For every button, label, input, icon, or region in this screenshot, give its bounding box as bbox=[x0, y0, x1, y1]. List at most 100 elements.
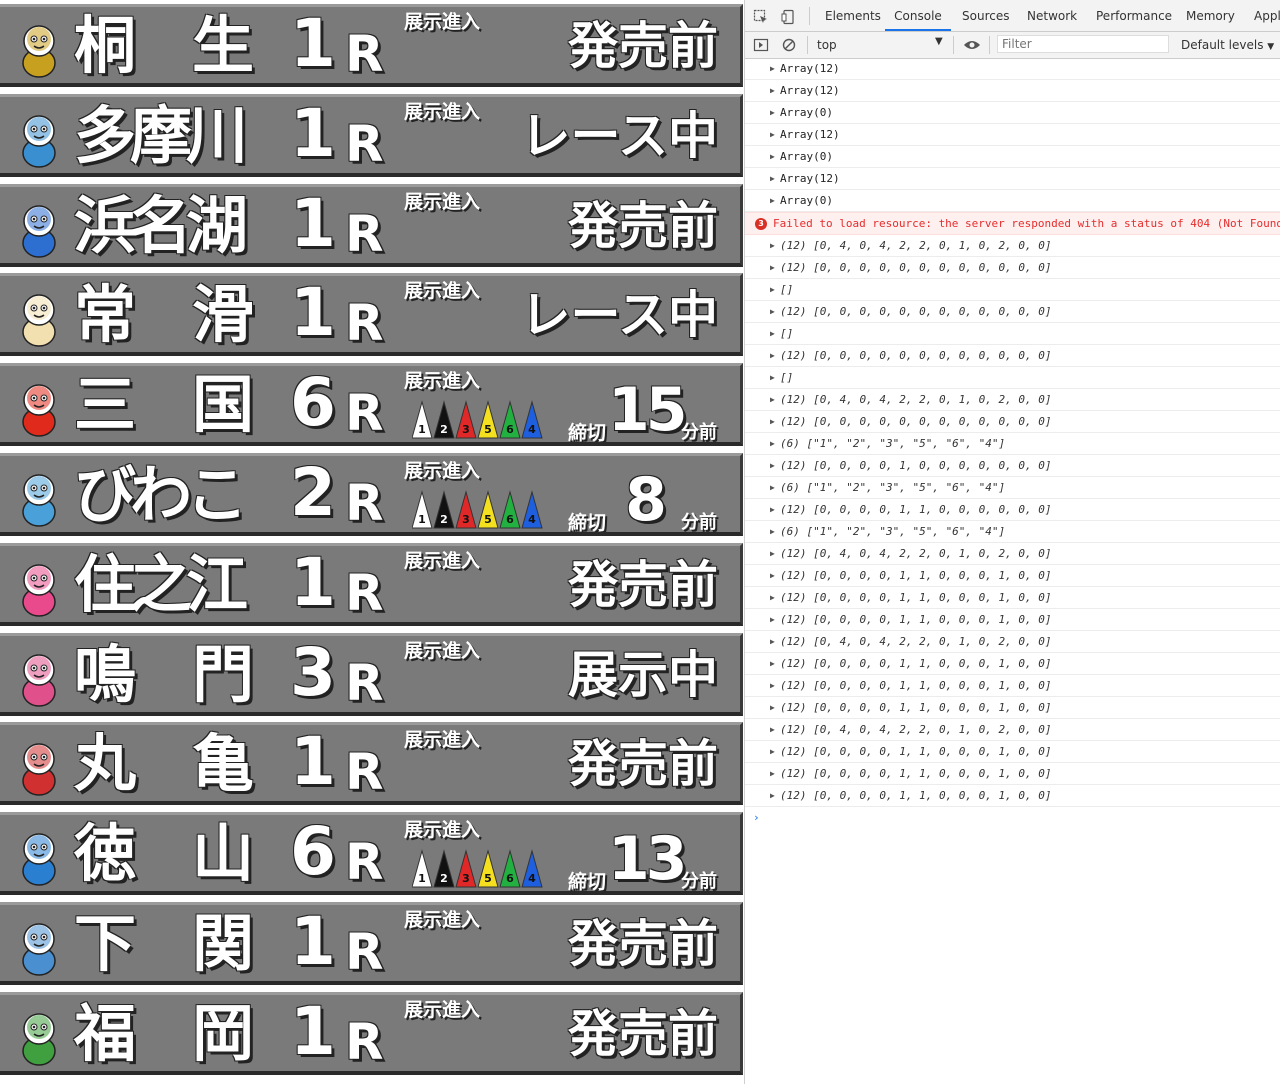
expand-arrow-icon[interactable]: ▶ bbox=[770, 235, 775, 256]
console-line[interactable]: ▶ (12) [0, 4, 0, 4, 2, 2, 0, 1, 0, 2, 0, … bbox=[745, 719, 1280, 741]
expand-arrow-icon[interactable]: ▶ bbox=[770, 190, 775, 211]
expand-arrow-icon[interactable]: ▶ bbox=[770, 521, 775, 542]
race-row[interactable]: 福岡 1 R 展示進入 発売前 bbox=[0, 991, 743, 1075]
console-line[interactable]: ▶ (6) ["1", "2", "3", "5", "6", "4"] bbox=[745, 477, 1280, 499]
expand-arrow-icon[interactable]: ▶ bbox=[770, 168, 775, 189]
console-line[interactable]: ▶ (12) [0, 0, 0, 0, 1, 1, 0, 0, 0, 1, 0, … bbox=[745, 697, 1280, 719]
expand-arrow-icon[interactable]: ▶ bbox=[770, 763, 775, 784]
console-line[interactable]: 3 Failed to load resource: the server res… bbox=[745, 212, 1280, 235]
log-levels-dropdown[interactable]: Default levels ▼ bbox=[1181, 38, 1274, 52]
console-line[interactable]: ▶ (12) [0, 0, 0, 0, 0, 0, 0, 0, 0, 0, 0, … bbox=[745, 301, 1280, 323]
console-line[interactable]: ▶ (12) [0, 0, 0, 0, 1, 1, 0, 0, 0, 0, 0, … bbox=[745, 499, 1280, 521]
expand-arrow-icon[interactable]: ▶ bbox=[770, 80, 775, 101]
console-message: Array(0) bbox=[780, 194, 833, 207]
expand-arrow-icon[interactable]: ▶ bbox=[770, 345, 775, 366]
race-row[interactable]: 住之江 1 R 展示進入 発売前 bbox=[0, 542, 743, 626]
console-line[interactable]: ▶ (12) [0, 0, 0, 0, 1, 1, 0, 0, 0, 1, 0, … bbox=[745, 587, 1280, 609]
race-row[interactable]: 丸亀 1 R 展示進入 発売前 bbox=[0, 722, 743, 806]
console-line[interactable]: ▶ (12) [0, 4, 0, 4, 2, 2, 0, 1, 0, 2, 0, … bbox=[745, 235, 1280, 257]
expand-arrow-icon[interactable]: ▶ bbox=[770, 411, 775, 432]
device-toolbar-icon[interactable] bbox=[781, 0, 797, 31]
race-row[interactable]: 三国 6 R 展示進入 1 2 3 5 6 4 締切 15 分前 bbox=[0, 363, 743, 447]
tab-sources[interactable]: Sources bbox=[962, 0, 1009, 31]
console-line[interactable]: ▶ Array(12) bbox=[745, 58, 1280, 80]
race-row[interactable]: 常滑 1 R 展示進入 レース中 bbox=[0, 273, 743, 357]
venue-char: 下 bbox=[74, 907, 137, 980]
expand-arrow-icon[interactable]: ▶ bbox=[770, 433, 775, 454]
tab-performance[interactable]: Performance bbox=[1096, 0, 1172, 31]
console-line[interactable]: ▶ (12) [0, 0, 0, 0, 0, 0, 0, 0, 0, 0, 0, … bbox=[745, 257, 1280, 279]
inspect-element-icon[interactable] bbox=[753, 0, 769, 31]
expand-arrow-icon[interactable]: ▶ bbox=[770, 389, 775, 410]
console-line[interactable]: ▶ Array(0) bbox=[745, 190, 1280, 212]
console-line[interactable]: ▶ (12) [0, 0, 0, 0, 1, 1, 0, 0, 0, 1, 0, … bbox=[745, 653, 1280, 675]
console-line[interactable]: ▶ Array(0) bbox=[745, 102, 1280, 124]
console-line[interactable]: ▶ Array(12) bbox=[745, 168, 1280, 190]
expand-arrow-icon[interactable]: ▶ bbox=[770, 367, 775, 388]
console-line[interactable]: ▶ (12) [0, 0, 0, 0, 1, 1, 0, 0, 0, 1, 0, … bbox=[745, 741, 1280, 763]
console-line[interactable]: ▶ (12) [0, 0, 0, 0, 1, 1, 0, 0, 0, 1, 0, … bbox=[745, 675, 1280, 697]
expand-arrow-icon[interactable]: ▶ bbox=[770, 323, 775, 344]
expand-arrow-icon[interactable]: ▶ bbox=[770, 499, 775, 520]
console-line[interactable]: ▶ (12) [0, 0, 0, 0, 1, 0, 0, 0, 0, 0, 0, … bbox=[745, 455, 1280, 477]
console-line[interactable]: ▶ Array(12) bbox=[745, 80, 1280, 102]
console-line[interactable]: ▶ (6) ["1", "2", "3", "5", "6", "4"] bbox=[745, 433, 1280, 455]
chevron-down-icon[interactable]: ▼ bbox=[935, 36, 943, 47]
expand-arrow-icon[interactable]: ▶ bbox=[770, 455, 775, 476]
eye-icon[interactable] bbox=[963, 37, 981, 56]
expand-arrow-icon[interactable]: ▶ bbox=[770, 102, 775, 123]
race-row[interactable]: 桐生 1 R 展示進入 発売前 bbox=[0, 4, 743, 87]
expand-arrow-icon[interactable]: ▶ bbox=[770, 587, 775, 608]
expand-arrow-icon[interactable]: ▶ bbox=[770, 697, 775, 718]
expand-arrow-icon[interactable]: ▶ bbox=[770, 543, 775, 564]
tab-console[interactable]: Console bbox=[885, 0, 951, 31]
expand-arrow-icon[interactable]: ▶ bbox=[770, 565, 775, 586]
context-selector[interactable]: top bbox=[817, 38, 837, 52]
console-line[interactable]: ▶ (12) [0, 0, 0, 0, 0, 0, 0, 0, 0, 0, 0, … bbox=[745, 345, 1280, 367]
console-filter-input[interactable] bbox=[997, 35, 1169, 53]
expand-arrow-icon[interactable]: ▶ bbox=[770, 785, 775, 806]
sidebar-toggle-icon[interactable] bbox=[753, 37, 769, 56]
console-line[interactable]: ▶ (12) [0, 0, 0, 0, 1, 1, 0, 0, 0, 1, 0, … bbox=[745, 565, 1280, 587]
expand-arrow-icon[interactable]: ▶ bbox=[770, 279, 775, 300]
expand-arrow-icon[interactable]: ▶ bbox=[770, 675, 775, 696]
console-prompt[interactable]: › bbox=[745, 807, 1280, 828]
console-line[interactable]: ▶ (12) [0, 0, 0, 0, 1, 1, 0, 0, 0, 1, 0, … bbox=[745, 763, 1280, 785]
expand-arrow-icon[interactable]: ▶ bbox=[770, 58, 775, 79]
console-message: [] bbox=[780, 371, 794, 384]
tab-elements[interactable]: Elements bbox=[825, 0, 881, 31]
console-line[interactable]: ▶ [] bbox=[745, 367, 1280, 389]
minutes-before-label: 分前 bbox=[681, 512, 717, 533]
race-row[interactable]: 鳴門 3 R 展示進入 展示中 bbox=[0, 632, 743, 716]
console-line[interactable]: ▶ Array(12) bbox=[745, 124, 1280, 146]
console-line[interactable]: ▶ Array(0) bbox=[745, 146, 1280, 168]
console-line[interactable]: ▶ (12) [0, 0, 0, 0, 1, 1, 0, 0, 0, 1, 0, … bbox=[745, 785, 1280, 807]
console-line[interactable]: ▶ (12) [0, 4, 0, 4, 2, 2, 0, 1, 0, 2, 0, … bbox=[745, 631, 1280, 653]
expand-arrow-icon[interactable]: ▶ bbox=[770, 124, 775, 145]
expand-arrow-icon[interactable]: ▶ bbox=[770, 609, 775, 630]
console-line[interactable]: ▶ (12) [0, 4, 0, 4, 2, 2, 0, 1, 0, 2, 0, … bbox=[745, 389, 1280, 411]
tab-network[interactable]: Network bbox=[1027, 0, 1077, 31]
expand-arrow-icon[interactable]: ▶ bbox=[770, 257, 775, 278]
console-line[interactable]: ▶ [] bbox=[745, 323, 1280, 345]
console-line[interactable]: ▶ (6) ["1", "2", "3", "5", "6", "4"] bbox=[745, 521, 1280, 543]
race-row[interactable]: 多摩川 1 R 展示進入 レース中 bbox=[0, 93, 743, 177]
race-row[interactable]: 浜名湖 1 R 展示進入 発売前 bbox=[0, 183, 743, 267]
race-row[interactable]: 下関 1 R 展示進入 発売前 bbox=[0, 902, 743, 985]
console-line[interactable]: ▶ (12) [0, 0, 0, 0, 0, 0, 0, 0, 0, 0, 0, … bbox=[745, 411, 1280, 433]
race-row[interactable]: 徳山 6 R 展示進入 1 2 3 5 6 4 締切 13 分前 bbox=[0, 812, 743, 896]
clear-console-icon[interactable] bbox=[781, 37, 797, 56]
expand-arrow-icon[interactable]: ▶ bbox=[770, 301, 775, 322]
expand-arrow-icon[interactable]: ▶ bbox=[770, 477, 775, 498]
tab-application[interactable]: Appli bbox=[1254, 0, 1280, 31]
console-line[interactable]: ▶ (12) [0, 4, 0, 4, 2, 2, 0, 1, 0, 2, 0, … bbox=[745, 543, 1280, 565]
console-line[interactable]: ▶ (12) [0, 0, 0, 0, 1, 1, 0, 0, 0, 1, 0, … bbox=[745, 609, 1280, 631]
expand-arrow-icon[interactable]: ▶ bbox=[770, 146, 775, 167]
race-row[interactable]: びわこ 2 R 展示進入 1 2 3 5 6 4 締切 8 分前 bbox=[0, 453, 743, 536]
expand-arrow-icon[interactable]: ▶ bbox=[770, 719, 775, 740]
expand-arrow-icon[interactable]: ▶ bbox=[770, 653, 775, 674]
tab-memory[interactable]: Memory bbox=[1186, 0, 1235, 31]
expand-arrow-icon[interactable]: ▶ bbox=[770, 631, 775, 652]
console-line[interactable]: ▶ [] bbox=[745, 279, 1280, 301]
expand-arrow-icon[interactable]: ▶ bbox=[770, 741, 775, 762]
